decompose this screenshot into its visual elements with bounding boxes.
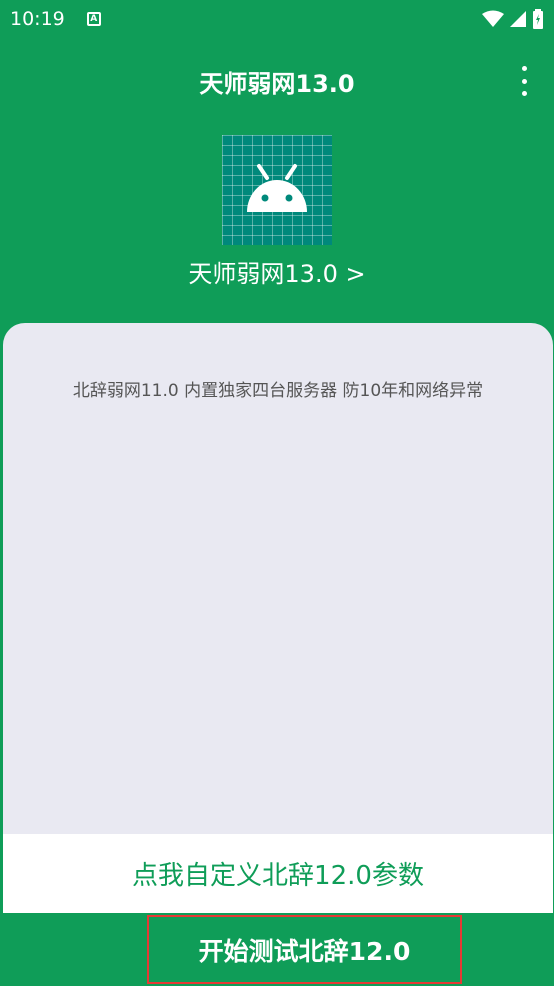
more-vert-icon[interactable] <box>514 66 534 96</box>
custom-params-button[interactable]: 点我自定义北辞12.0参数 <box>3 834 553 913</box>
signal-icon <box>510 11 526 27</box>
bottom-action-area: 开始测试北辞12.0 <box>0 913 554 986</box>
app-name-link[interactable]: 天师弱网13.0 > <box>0 254 554 289</box>
status-time: 10:19 <box>10 8 65 30</box>
wifi-icon <box>482 10 504 27</box>
info-card: 北辞弱网11.0 内置独家四台服务器 防10年和网络异常 <box>3 323 553 835</box>
android-icon <box>222 135 332 245</box>
page-title: 天师弱网13.0 <box>199 69 355 98</box>
status-bar: 10:19 A <box>0 0 554 38</box>
notification-icon: A <box>86 12 101 26</box>
app-bar: 天师弱网13.0 <box>0 38 554 124</box>
card-description: 北辞弱网11.0 内置独家四台服务器 防10年和网络异常 <box>72 381 484 401</box>
status-icons <box>482 9 544 29</box>
battery-icon <box>533 9 543 29</box>
start-test-button[interactable]: 开始测试北辞12.0 <box>147 915 462 984</box>
